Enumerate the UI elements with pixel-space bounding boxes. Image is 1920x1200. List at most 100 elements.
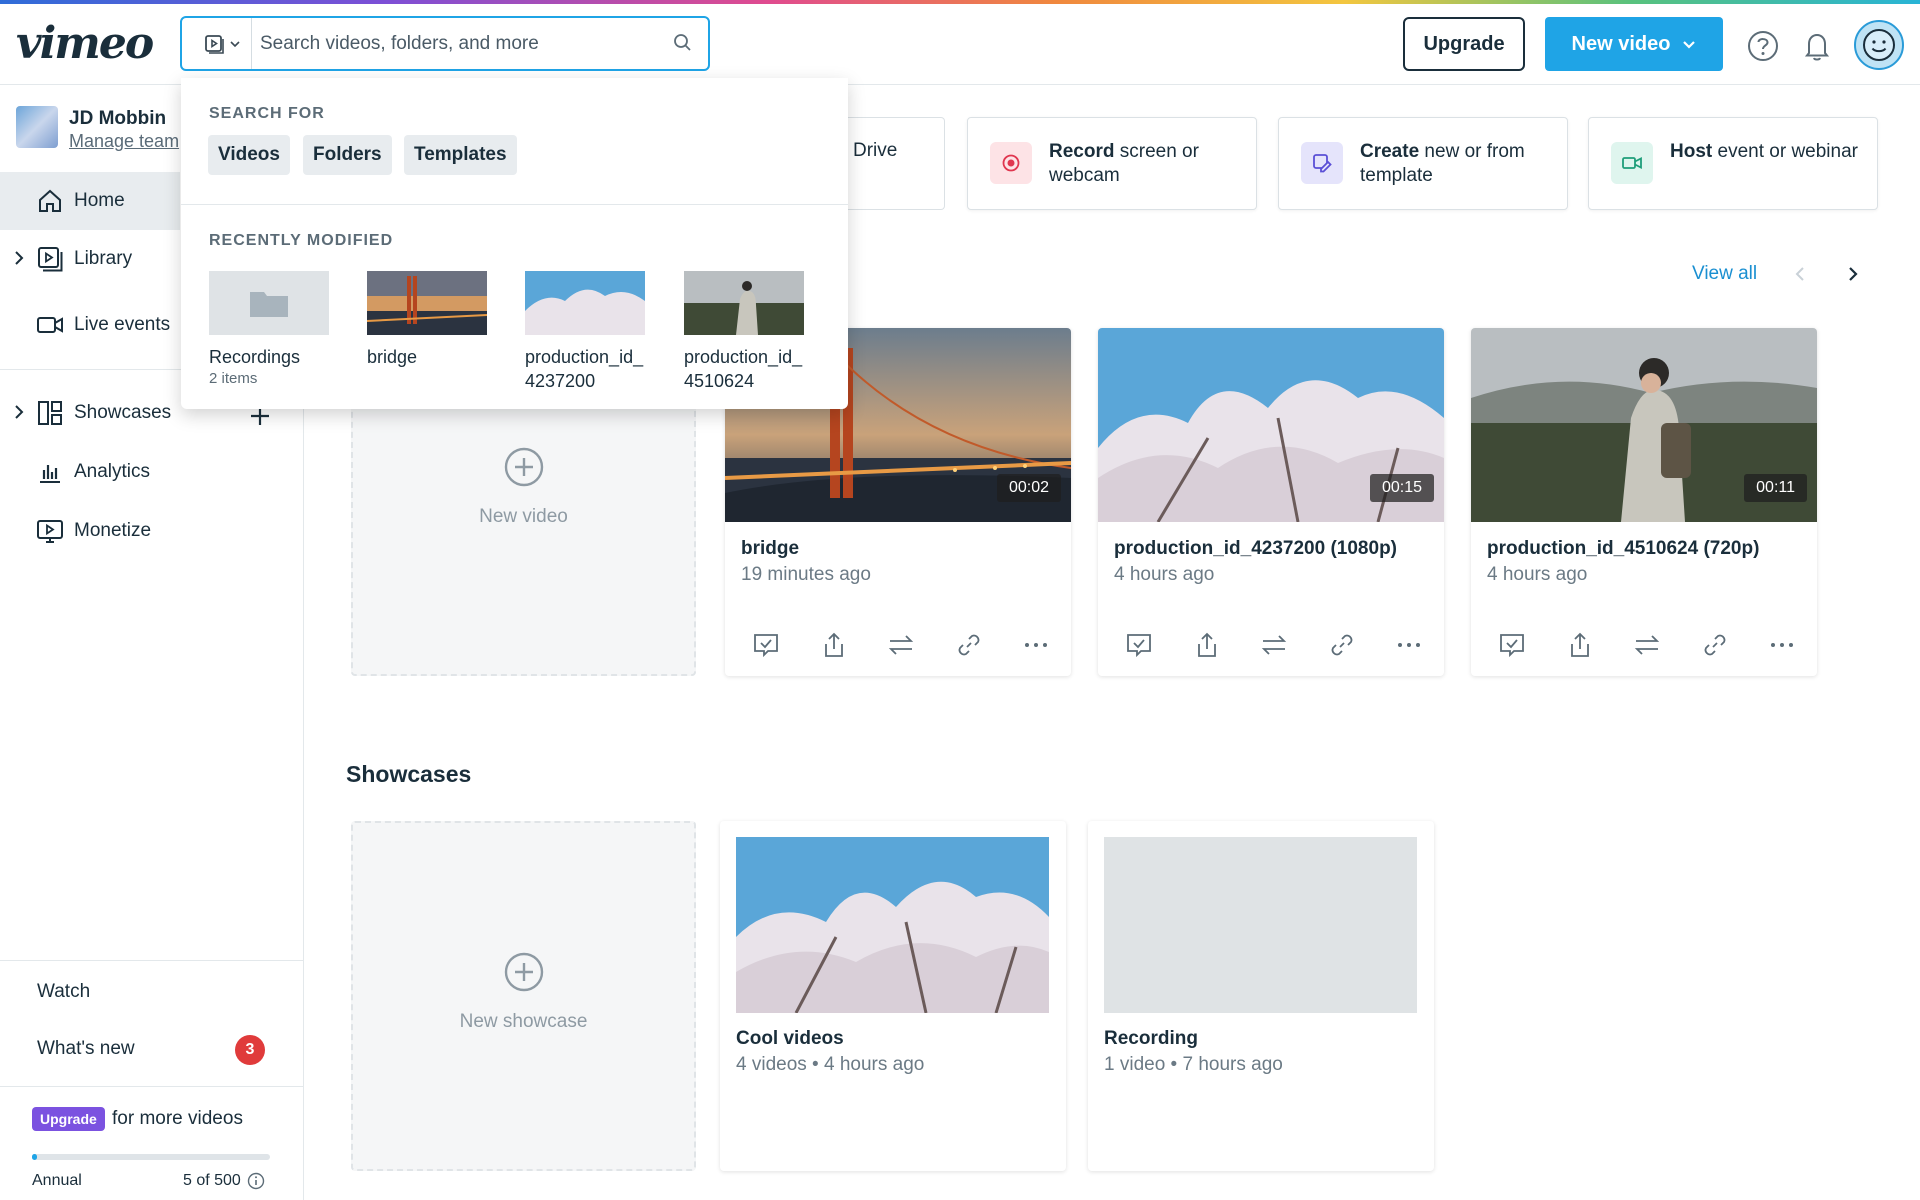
sidebar-item-label: Analytics xyxy=(74,461,151,482)
record-card[interactable]: Record screen or webcam xyxy=(967,117,1257,210)
video-title[interactable]: bridge xyxy=(741,538,799,560)
video-actions xyxy=(1497,630,1797,660)
upgrade-button[interactable]: Upgrade xyxy=(1403,17,1525,71)
sidebar-item-home[interactable]: Home xyxy=(0,172,180,230)
create-card-text: Create new or from template xyxy=(1360,141,1525,186)
folder-icon xyxy=(250,292,288,317)
showcase-title[interactable]: Recording xyxy=(1104,1028,1198,1050)
recent-thumbnail xyxy=(367,271,487,335)
plan-label: Annual xyxy=(32,1172,82,1189)
filter-chip-templates[interactable]: Templates xyxy=(404,135,517,175)
video-quota-bar xyxy=(32,1154,270,1160)
new-video-label: New video xyxy=(479,506,568,527)
drive-card-label: Drive xyxy=(853,140,898,161)
import-drive-card[interactable]: Drive xyxy=(845,117,945,210)
video-card[interactable]: 00:11 production_id_4510624 (720p) 4 hou… xyxy=(1471,328,1817,676)
smiley-avatar-icon xyxy=(1863,29,1895,61)
filter-chip-folders[interactable]: Folders xyxy=(303,135,392,175)
video-title[interactable]: production_id_4237200 (1080p) xyxy=(1114,538,1397,560)
team-avatar xyxy=(16,106,58,148)
home-icon xyxy=(39,189,61,212)
analytics-icon xyxy=(40,465,60,483)
sidebar-item-analytics[interactable]: Analytics xyxy=(0,443,303,501)
create-card[interactable]: Create new or from template xyxy=(1278,117,1568,210)
sidebar-divider xyxy=(0,1086,303,1087)
video-library-icon xyxy=(204,34,224,54)
review-icon[interactable] xyxy=(1124,630,1154,660)
search-scope-selector[interactable] xyxy=(192,18,252,69)
showcase-card[interactable]: Recording 1 video • 7 hours ago xyxy=(1088,821,1434,1171)
recent-item-sub: 2 items xyxy=(209,370,258,387)
help-icon[interactable] xyxy=(1745,28,1781,64)
cherry-blossom-thumbnail-image xyxy=(525,271,645,335)
link-icon[interactable] xyxy=(954,630,984,660)
more-icon[interactable] xyxy=(1394,630,1424,660)
link-icon[interactable] xyxy=(1700,630,1730,660)
chevron-down-icon xyxy=(229,40,240,47)
showcase-thumbnail[interactable] xyxy=(736,837,1049,1013)
host-card-text: Host event or webinar xyxy=(1670,141,1858,162)
template-edit-icon xyxy=(1313,154,1332,173)
share-icon[interactable] xyxy=(819,630,849,660)
showcase-card[interactable]: Cool videos 4 videos • 4 hours ago xyxy=(720,821,1066,1171)
recent-item[interactable]: production_id_4510624 xyxy=(684,271,804,393)
manage-team-link[interactable]: Manage team xyxy=(69,131,179,152)
recent-item[interactable]: bridge xyxy=(367,271,487,369)
video-modified-time: 19 minutes ago xyxy=(741,564,871,585)
upgrade-prompt: for more videos xyxy=(112,1108,243,1129)
carousel-prev-button[interactable] xyxy=(1792,264,1808,290)
video-camera-icon xyxy=(1622,157,1642,169)
share-icon[interactable] xyxy=(1192,630,1222,660)
replace-icon[interactable] xyxy=(1632,630,1662,660)
new-video-label: New video xyxy=(1571,32,1671,55)
host-card[interactable]: Host event or webinar xyxy=(1588,117,1878,210)
replace-icon[interactable] xyxy=(1259,630,1289,660)
whats-new-link[interactable]: What's new xyxy=(37,1038,135,1060)
search-for-heading: SEARCH FOR xyxy=(209,105,325,122)
chevron-left-icon xyxy=(1795,267,1804,281)
video-duration: 00:15 xyxy=(1369,474,1434,502)
more-icon[interactable] xyxy=(1767,630,1797,660)
showcase-title[interactable]: Cool videos xyxy=(736,1028,844,1050)
host-icon-box xyxy=(1611,142,1653,184)
new-showcase-tile[interactable]: New showcase xyxy=(351,821,696,1171)
carousel-next-button[interactable] xyxy=(1845,264,1861,290)
view-all-link[interactable]: View all xyxy=(1692,263,1757,285)
chevron-right-icon xyxy=(1849,267,1858,281)
recently-modified-heading: RECENTLY MODIFIED xyxy=(209,232,394,249)
create-icon-box xyxy=(1301,142,1343,184)
chevron-down-icon xyxy=(1683,41,1696,49)
monetize-icon xyxy=(37,520,63,543)
sidebar-item-monetize[interactable]: Monetize xyxy=(0,502,303,560)
bell-icon[interactable] xyxy=(1799,28,1835,64)
more-icon[interactable] xyxy=(1021,630,1051,660)
video-card[interactable]: 00:15 production_id_4237200 (1080p) 4 ho… xyxy=(1098,328,1444,676)
upgrade-pill[interactable]: Upgrade xyxy=(32,1107,105,1131)
video-duration: 00:11 xyxy=(1744,474,1807,502)
new-video-button[interactable]: New video xyxy=(1545,17,1723,71)
link-icon[interactable] xyxy=(1327,630,1357,660)
video-actions xyxy=(751,630,1051,660)
search-input[interactable]: Search videos, folders, and more xyxy=(260,33,539,55)
replace-icon[interactable] xyxy=(886,630,916,660)
search-icon[interactable] xyxy=(672,32,694,54)
video-title[interactable]: production_id_4510624 (720p) xyxy=(1487,538,1759,560)
filter-chip-videos[interactable]: Videos xyxy=(208,135,290,175)
review-icon[interactable] xyxy=(1497,630,1527,660)
info-icon[interactable] xyxy=(247,1172,265,1190)
watch-link[interactable]: Watch xyxy=(37,981,90,1003)
plus-circle-icon xyxy=(504,447,543,487)
recent-thumbnail xyxy=(684,271,804,335)
review-icon[interactable] xyxy=(751,630,781,660)
showcase-thumbnail-placeholder[interactable] xyxy=(1104,837,1417,1013)
recent-item[interactable]: production_id_4237200 xyxy=(525,271,645,393)
recent-item-label: Recordings xyxy=(209,347,301,367)
plus-circle-icon xyxy=(504,952,543,992)
share-icon[interactable] xyxy=(1565,630,1595,660)
recent-item[interactable]: Recordings 2 items xyxy=(209,271,329,387)
user-avatar[interactable] xyxy=(1854,20,1904,70)
sidebar-item-label: Monetize xyxy=(74,520,152,541)
video-quota-fill xyxy=(32,1154,37,1160)
search-box[interactable]: Search videos, folders, and more xyxy=(180,16,710,71)
vimeo-logo[interactable]: vimeo xyxy=(16,18,154,69)
